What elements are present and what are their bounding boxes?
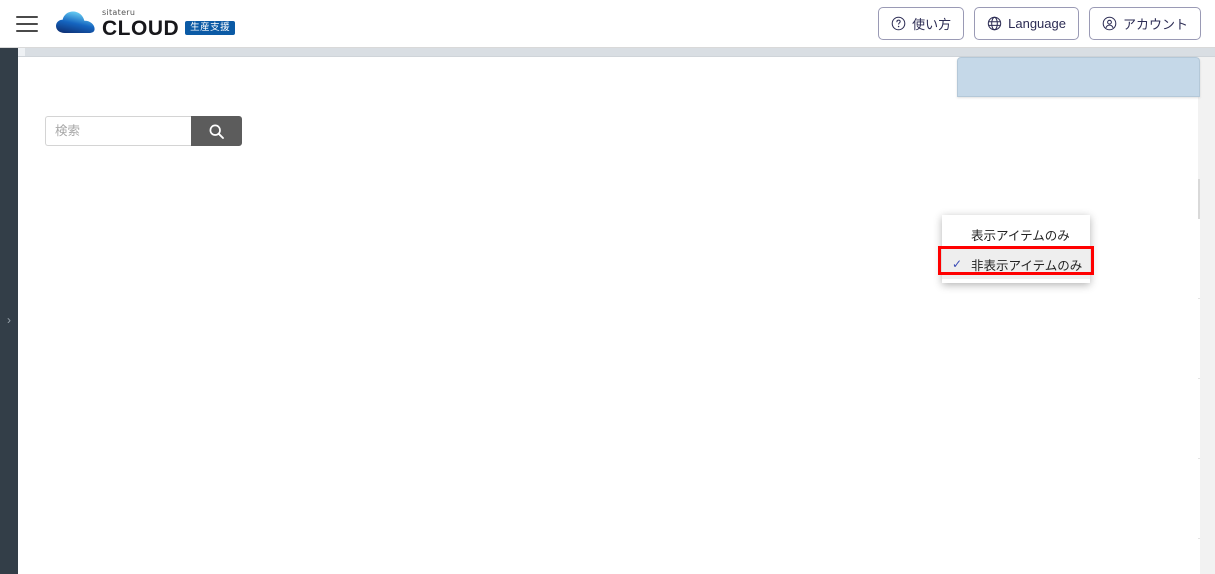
dropdown-item-hidden-only[interactable]: ✓ 非表示アイテムのみ xyxy=(942,249,1090,279)
logo-subtitle: sitateru xyxy=(102,7,136,17)
horizontal-scrollbar[interactable] xyxy=(18,48,1215,57)
language-button[interactable]: Language xyxy=(974,7,1079,40)
header-actions: 使い方 Language アカウント xyxy=(878,7,1201,40)
account-button-label: アカウント xyxy=(1122,17,1188,32)
top-header-bar: sitateru CLOUD 生産支援 使い方 Language アカウント xyxy=(0,0,1215,48)
floating-panel-tab[interactable] xyxy=(957,57,1200,97)
cloud-icon xyxy=(56,11,96,37)
logo-badge: 生産支援 xyxy=(185,20,236,36)
hamburger-menu-icon[interactable] xyxy=(16,15,38,32)
main-surface: Tシャツ コンテンツグッズ ··· サンプル納期 2022/08/31 xyxy=(18,48,1215,574)
globe-icon xyxy=(987,16,1002,31)
check-icon: ✓ xyxy=(952,257,963,271)
dropdown-item-visible-only[interactable]: 表示アイテムのみ xyxy=(942,219,1090,249)
account-button[interactable]: アカウント xyxy=(1088,7,1201,40)
search-bar xyxy=(45,116,242,146)
help-button-label: 使い方 xyxy=(912,17,952,32)
panel-gap xyxy=(1202,57,1211,99)
app-logo[interactable]: sitateru CLOUD 生産支援 xyxy=(56,7,236,40)
logo-title: CLOUD xyxy=(102,16,180,40)
collapsed-sidebar[interactable]: › xyxy=(0,48,18,574)
help-button[interactable]: 使い方 xyxy=(878,7,965,40)
question-circle-icon xyxy=(891,16,906,31)
visibility-filter-dropdown[interactable]: 表示アイテムのみ ✓ 非表示アイテムのみ xyxy=(942,215,1090,283)
account-circle-icon xyxy=(1102,16,1117,31)
search-icon xyxy=(209,124,224,139)
application-window: sitateru CLOUD 生産支援 使い方 Language アカウント ›… xyxy=(0,0,1215,574)
search-button[interactable] xyxy=(191,116,242,146)
sidebar-expand-chevron-icon[interactable]: › xyxy=(0,313,18,327)
language-button-label: Language xyxy=(1008,16,1066,31)
dropdown-item-label: 表示アイテムのみ xyxy=(971,228,1070,243)
search-input[interactable] xyxy=(45,116,191,146)
dropdown-item-label: 非表示アイテムのみ xyxy=(971,258,1083,273)
